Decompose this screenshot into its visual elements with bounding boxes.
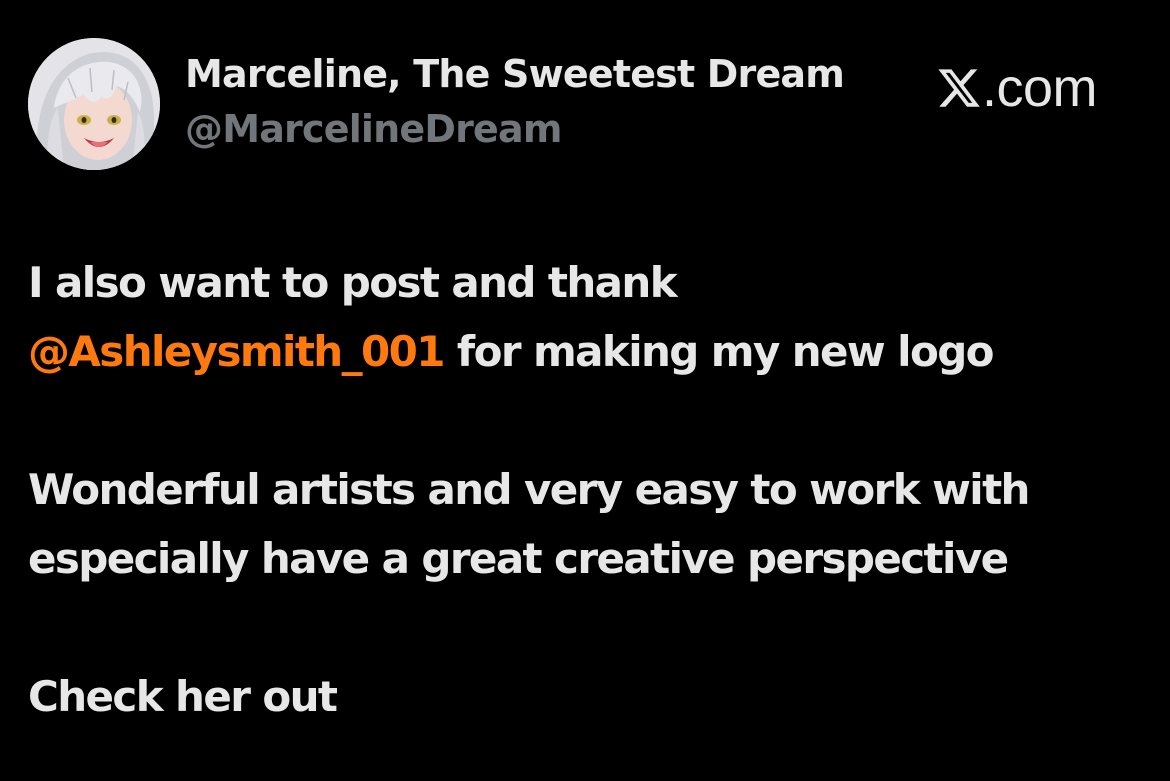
- post-line: Check her out: [28, 672, 338, 721]
- author-display-name[interactable]: Marceline, The Sweetest Dream: [185, 52, 845, 96]
- anime-character-avatar-icon: [28, 38, 160, 170]
- brand-watermark: .com: [936, 58, 1098, 118]
- post-card: Marceline, The Sweetest Dream @Marceline…: [0, 0, 1170, 781]
- mention-link[interactable]: @Ashleysmith_001: [28, 327, 445, 376]
- post-line: especially have a great creative perspec…: [28, 534, 1009, 583]
- avatar[interactable]: [28, 38, 160, 170]
- author-handle[interactable]: @MarcelineDream: [185, 107, 562, 151]
- post-text: I also want to post and thank @Ashleysmi…: [28, 248, 1148, 731]
- brand-domain-text: .com: [982, 58, 1098, 118]
- post-line: @Ashleysmith_001 for making my new logo: [28, 317, 1148, 386]
- post-line: I also want to post and thank: [28, 258, 678, 307]
- post-line-text: for making my new logo: [443, 327, 995, 376]
- x-logo-icon: [938, 69, 980, 107]
- post-line: Wonderful artists and very easy to work …: [28, 465, 1030, 514]
